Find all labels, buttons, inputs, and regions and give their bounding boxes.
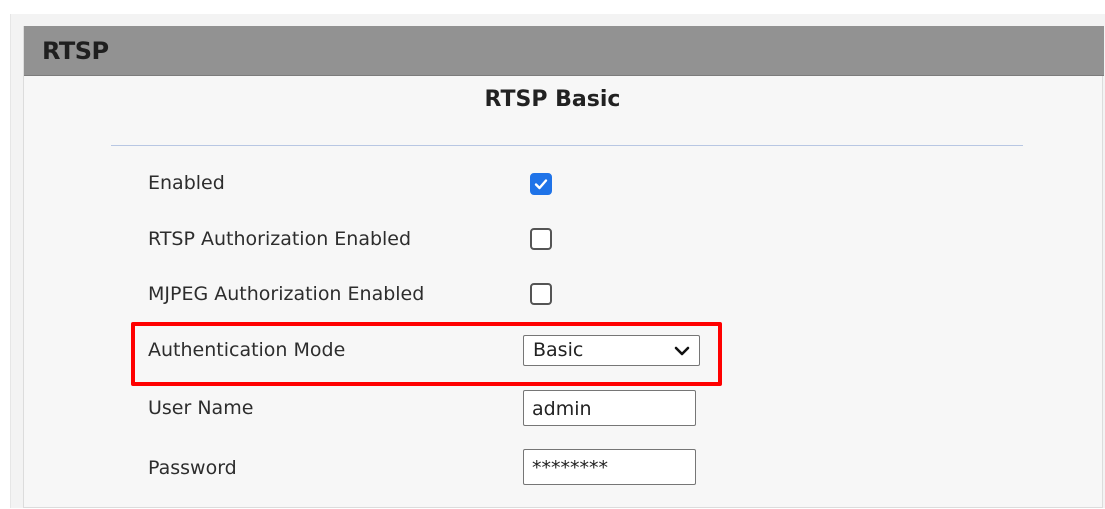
panel-title: RTSP <box>42 37 109 65</box>
user-name-input[interactable]: admin <box>523 390 696 426</box>
check-icon <box>534 179 548 190</box>
rtsp-authorization-label: RTSP Authorization Enabled <box>148 228 412 250</box>
chevron-down-icon <box>674 346 690 356</box>
rtsp-authorization-checkbox[interactable] <box>530 228 552 250</box>
page: RTSP RTSP Basic Enabled RTSP Authorizati… <box>0 0 1105 509</box>
user-name-value: admin <box>532 398 592 420</box>
panel-header: RTSP <box>24 26 1104 76</box>
authentication-mode-label: Authentication Mode <box>148 339 346 361</box>
enabled-checkbox[interactable] <box>530 173 552 195</box>
password-value: ******** <box>532 457 608 479</box>
mjpeg-authorization-label: MJPEG Authorization Enabled <box>148 283 425 305</box>
authentication-mode-value: Basic <box>533 339 584 361</box>
section-divider <box>111 145 1023 146</box>
password-label: Password <box>148 457 237 479</box>
user-name-label: User Name <box>148 397 254 419</box>
section-title: RTSP Basic <box>484 87 621 112</box>
mjpeg-authorization-checkbox[interactable] <box>530 283 552 305</box>
password-input[interactable]: ******** <box>523 449 696 485</box>
enabled-label: Enabled <box>148 172 225 194</box>
authentication-mode-select[interactable]: Basic <box>523 335 700 366</box>
